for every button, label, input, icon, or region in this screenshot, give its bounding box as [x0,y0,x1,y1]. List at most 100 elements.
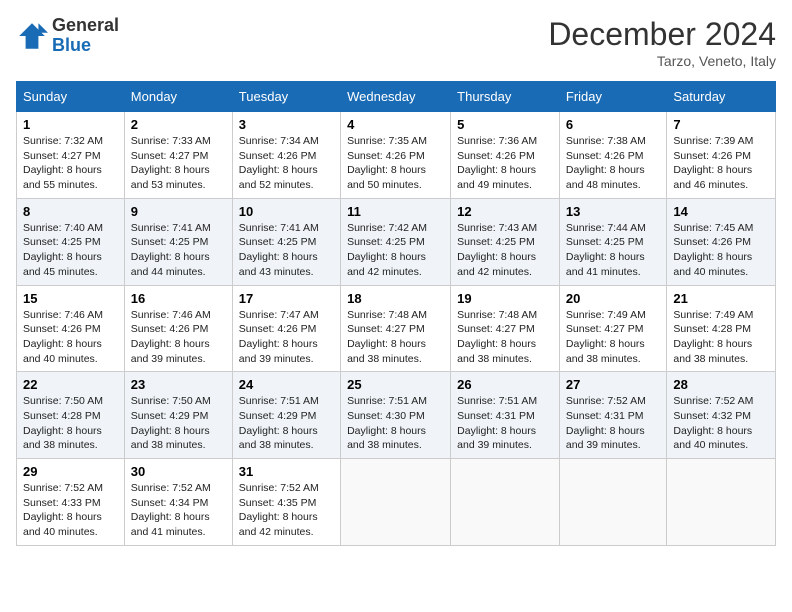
day-info: Sunrise: 7:49 AMSunset: 4:27 PMDaylight:… [566,309,646,365]
day-info: Sunrise: 7:38 AMSunset: 4:26 PMDaylight:… [566,135,646,191]
day-number: 9 [131,204,226,219]
weekday-header-sunday: Sunday [17,82,125,112]
day-number: 17 [239,291,334,306]
day-cell: 6 Sunrise: 7:38 AMSunset: 4:26 PMDayligh… [559,112,667,199]
day-cell: 20 Sunrise: 7:49 AMSunset: 4:27 PMDaylig… [559,285,667,372]
day-info: Sunrise: 7:32 AMSunset: 4:27 PMDaylight:… [23,135,103,191]
day-cell: 3 Sunrise: 7:34 AMSunset: 4:26 PMDayligh… [232,112,340,199]
day-cell: 14 Sunrise: 7:45 AMSunset: 4:26 PMDaylig… [667,198,776,285]
day-cell [341,459,451,546]
day-info: Sunrise: 7:41 AMSunset: 4:25 PMDaylight:… [131,222,211,278]
day-number: 29 [23,464,118,479]
day-cell: 12 Sunrise: 7:43 AMSunset: 4:25 PMDaylig… [451,198,560,285]
day-cell: 9 Sunrise: 7:41 AMSunset: 4:25 PMDayligh… [124,198,232,285]
location-subtitle: Tarzo, Veneto, Italy [548,53,776,69]
day-cell: 21 Sunrise: 7:49 AMSunset: 4:28 PMDaylig… [667,285,776,372]
day-cell: 24 Sunrise: 7:51 AMSunset: 4:29 PMDaylig… [232,372,340,459]
week-row-5: 29 Sunrise: 7:52 AMSunset: 4:33 PMDaylig… [17,459,776,546]
logo: General Blue [16,16,119,56]
weekday-header-tuesday: Tuesday [232,82,340,112]
day-info: Sunrise: 7:46 AMSunset: 4:26 PMDaylight:… [23,309,103,365]
day-cell: 25 Sunrise: 7:51 AMSunset: 4:30 PMDaylig… [341,372,451,459]
day-cell: 1 Sunrise: 7:32 AMSunset: 4:27 PMDayligh… [17,112,125,199]
day-info: Sunrise: 7:46 AMSunset: 4:26 PMDaylight:… [131,309,211,365]
day-cell: 18 Sunrise: 7:48 AMSunset: 4:27 PMDaylig… [341,285,451,372]
day-info: Sunrise: 7:51 AMSunset: 4:31 PMDaylight:… [457,395,537,451]
logo-text: General Blue [52,16,119,56]
day-info: Sunrise: 7:52 AMSunset: 4:31 PMDaylight:… [566,395,646,451]
day-number: 12 [457,204,553,219]
day-cell: 16 Sunrise: 7:46 AMSunset: 4:26 PMDaylig… [124,285,232,372]
week-row-3: 15 Sunrise: 7:46 AMSunset: 4:26 PMDaylig… [17,285,776,372]
day-cell: 19 Sunrise: 7:48 AMSunset: 4:27 PMDaylig… [451,285,560,372]
day-number: 25 [347,377,444,392]
day-number: 15 [23,291,118,306]
day-cell: 11 Sunrise: 7:42 AMSunset: 4:25 PMDaylig… [341,198,451,285]
day-number: 19 [457,291,553,306]
day-cell: 31 Sunrise: 7:52 AMSunset: 4:35 PMDaylig… [232,459,340,546]
day-number: 5 [457,117,553,132]
day-cell: 13 Sunrise: 7:44 AMSunset: 4:25 PMDaylig… [559,198,667,285]
day-number: 27 [566,377,661,392]
month-title: December 2024 [548,16,776,53]
day-info: Sunrise: 7:43 AMSunset: 4:25 PMDaylight:… [457,222,537,278]
day-number: 24 [239,377,334,392]
weekday-header-monday: Monday [124,82,232,112]
day-info: Sunrise: 7:34 AMSunset: 4:26 PMDaylight:… [239,135,319,191]
day-cell: 17 Sunrise: 7:47 AMSunset: 4:26 PMDaylig… [232,285,340,372]
day-cell: 27 Sunrise: 7:52 AMSunset: 4:31 PMDaylig… [559,372,667,459]
day-number: 23 [131,377,226,392]
day-info: Sunrise: 7:52 AMSunset: 4:35 PMDaylight:… [239,482,319,538]
day-info: Sunrise: 7:41 AMSunset: 4:25 PMDaylight:… [239,222,319,278]
day-number: 20 [566,291,661,306]
day-number: 8 [23,204,118,219]
day-number: 7 [673,117,769,132]
day-number: 11 [347,204,444,219]
day-cell: 4 Sunrise: 7:35 AMSunset: 4:26 PMDayligh… [341,112,451,199]
day-cell: 29 Sunrise: 7:52 AMSunset: 4:33 PMDaylig… [17,459,125,546]
day-info: Sunrise: 7:33 AMSunset: 4:27 PMDaylight:… [131,135,211,191]
week-row-2: 8 Sunrise: 7:40 AMSunset: 4:25 PMDayligh… [17,198,776,285]
day-number: 26 [457,377,553,392]
day-number: 31 [239,464,334,479]
day-info: Sunrise: 7:44 AMSunset: 4:25 PMDaylight:… [566,222,646,278]
day-number: 13 [566,204,661,219]
day-number: 28 [673,377,769,392]
day-info: Sunrise: 7:40 AMSunset: 4:25 PMDaylight:… [23,222,103,278]
day-cell: 22 Sunrise: 7:50 AMSunset: 4:28 PMDaylig… [17,372,125,459]
day-info: Sunrise: 7:47 AMSunset: 4:26 PMDaylight:… [239,309,319,365]
day-info: Sunrise: 7:52 AMSunset: 4:32 PMDaylight:… [673,395,753,451]
day-info: Sunrise: 7:48 AMSunset: 4:27 PMDaylight:… [457,309,537,365]
day-number: 16 [131,291,226,306]
day-info: Sunrise: 7:42 AMSunset: 4:25 PMDaylight:… [347,222,427,278]
day-cell: 2 Sunrise: 7:33 AMSunset: 4:27 PMDayligh… [124,112,232,199]
header: General Blue December 2024 Tarzo, Veneto… [16,16,776,69]
week-row-4: 22 Sunrise: 7:50 AMSunset: 4:28 PMDaylig… [17,372,776,459]
weekday-header-wednesday: Wednesday [341,82,451,112]
title-area: December 2024 Tarzo, Veneto, Italy [548,16,776,69]
week-row-1: 1 Sunrise: 7:32 AMSunset: 4:27 PMDayligh… [17,112,776,199]
day-number: 2 [131,117,226,132]
day-cell [559,459,667,546]
day-cell: 8 Sunrise: 7:40 AMSunset: 4:25 PMDayligh… [17,198,125,285]
day-number: 21 [673,291,769,306]
day-info: Sunrise: 7:49 AMSunset: 4:28 PMDaylight:… [673,309,753,365]
day-cell: 10 Sunrise: 7:41 AMSunset: 4:25 PMDaylig… [232,198,340,285]
day-info: Sunrise: 7:39 AMSunset: 4:26 PMDaylight:… [673,135,753,191]
day-number: 1 [23,117,118,132]
day-info: Sunrise: 7:50 AMSunset: 4:29 PMDaylight:… [131,395,211,451]
day-cell: 23 Sunrise: 7:50 AMSunset: 4:29 PMDaylig… [124,372,232,459]
day-cell: 30 Sunrise: 7:52 AMSunset: 4:34 PMDaylig… [124,459,232,546]
day-number: 3 [239,117,334,132]
day-info: Sunrise: 7:48 AMSunset: 4:27 PMDaylight:… [347,309,427,365]
weekday-header-friday: Friday [559,82,667,112]
day-cell: 26 Sunrise: 7:51 AMSunset: 4:31 PMDaylig… [451,372,560,459]
day-info: Sunrise: 7:45 AMSunset: 4:26 PMDaylight:… [673,222,753,278]
day-cell [667,459,776,546]
weekday-header-saturday: Saturday [667,82,776,112]
day-number: 18 [347,291,444,306]
day-info: Sunrise: 7:52 AMSunset: 4:34 PMDaylight:… [131,482,211,538]
day-info: Sunrise: 7:50 AMSunset: 4:28 PMDaylight:… [23,395,103,451]
day-cell: 7 Sunrise: 7:39 AMSunset: 4:26 PMDayligh… [667,112,776,199]
day-number: 30 [131,464,226,479]
